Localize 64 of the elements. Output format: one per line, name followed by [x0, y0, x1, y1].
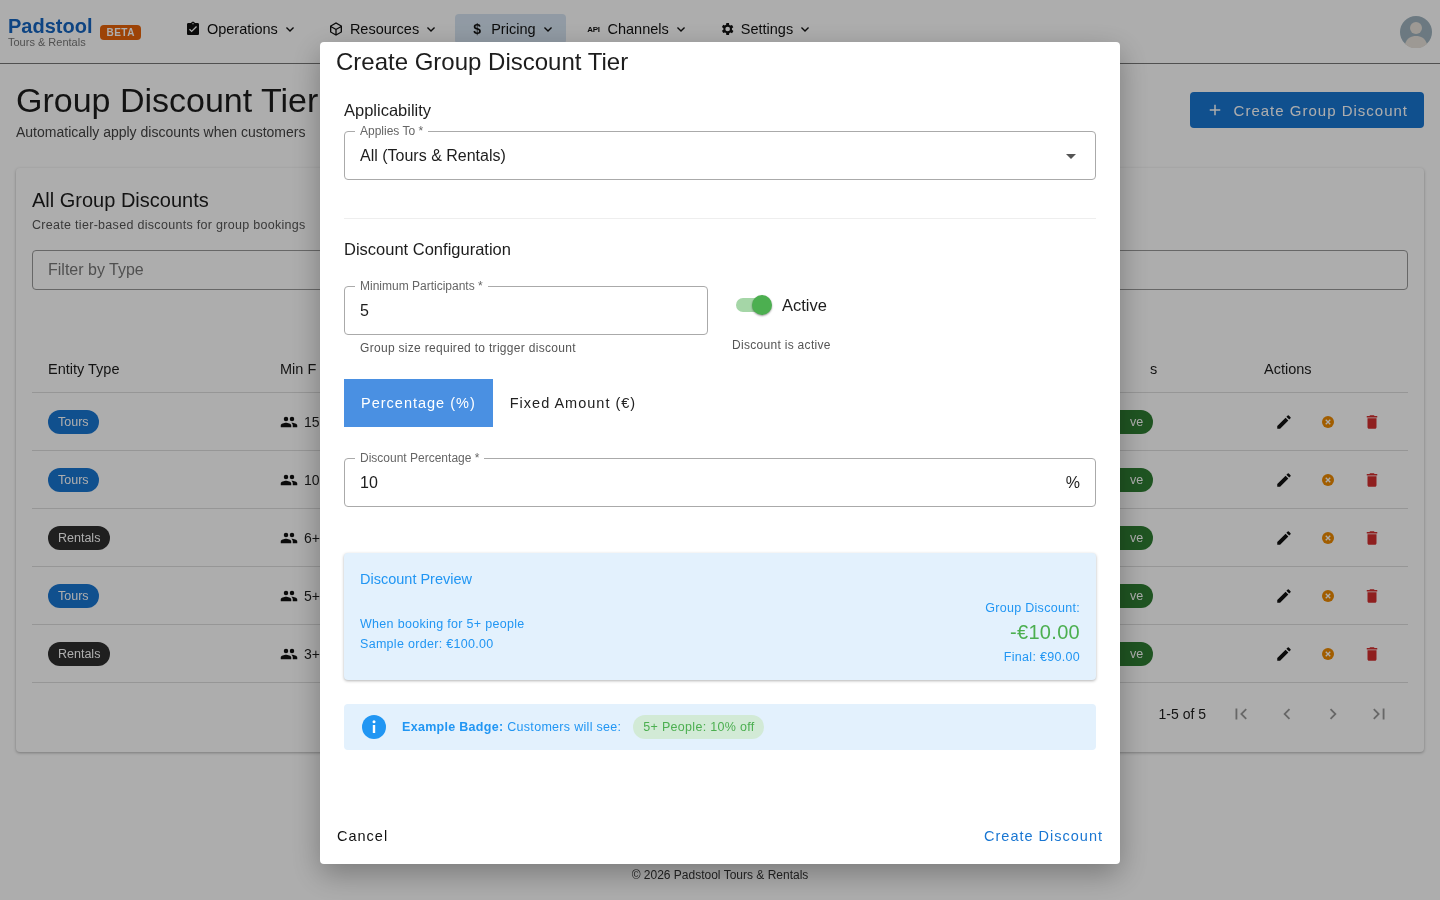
min-participants-cell: 10 [304, 471, 320, 488]
column-header: Entity Type [48, 361, 120, 377]
alert-text: Example Badge: Customers will see: [402, 720, 622, 734]
preview-text: When booking for 5+ people [360, 617, 525, 631]
chevron-down-icon [285, 26, 294, 32]
preview-text: Sample order: €100.00 [360, 637, 495, 651]
card-title: All Group Discounts [32, 188, 210, 213]
edit-icon[interactable] [1275, 528, 1293, 547]
page-title: Group Discount Tier [16, 80, 319, 120]
column-header: Min F [280, 361, 317, 377]
logo[interactable]: Padstool [8, 16, 93, 36]
avatar[interactable] [1400, 16, 1432, 48]
edit-icon[interactable] [1275, 644, 1293, 663]
info-icon [362, 715, 386, 739]
discount-amount: -€10.00 [1010, 621, 1080, 644]
minimum-participants-field[interactable]: Minimum Participants * 5 [344, 279, 708, 335]
cube-icon [327, 21, 344, 37]
nav-menu[interactable]: $ Pricing [455, 14, 566, 44]
chevron-down-icon [801, 26, 810, 32]
footer-text: © 2026 Padstool Tours & Rentals [630, 868, 810, 882]
entity-type-chip: Rentals [48, 641, 111, 666]
discount-percentage-field[interactable]: Discount Percentage * 10 % [344, 451, 1096, 507]
discount-label: Group Discount: [985, 601, 1080, 615]
edit-icon[interactable] [1275, 470, 1293, 489]
card-subtitle: Create tier-based discounts for group bookings [32, 218, 307, 232]
nav-menu[interactable]: Operations [170, 14, 308, 44]
helper-text: Discount is active [732, 338, 831, 352]
beta-badge: BETA [100, 24, 141, 40]
nav-menu[interactable]: Resources [313, 14, 450, 44]
column-header: s [1150, 361, 1158, 377]
chevron-down-icon [676, 26, 685, 32]
cancel-button[interactable]: Cancel [328, 822, 398, 850]
active-switch[interactable] [734, 295, 772, 315]
switch-label: Active [782, 295, 827, 315]
create-discount-button[interactable]: Create Discount [975, 822, 1112, 850]
entity-type-chip: Rentals [48, 525, 111, 550]
section-heading: Applicability [344, 100, 433, 120]
dialog-title: Create Group Discount Tier [335, 47, 630, 77]
applies-to-select[interactable]: Applies To * All (Tours & Rentals) [344, 124, 1096, 180]
pagination-label: 1-5 of 5 [1158, 706, 1206, 722]
create-group-discount-button[interactable]: Create Group Discount [1189, 92, 1424, 128]
entity-type-chip: Tours [48, 409, 99, 434]
min-participants-cell: 5+ [304, 587, 320, 604]
min-participants-cell: 6+ [304, 529, 320, 546]
min-participants-cell: 3+ [304, 645, 320, 662]
helper-text: Group size required to trigger discount [360, 341, 577, 355]
page-subtitle: Automatically apply discounts when customers [16, 124, 307, 140]
caret-icon [1066, 153, 1076, 159]
chevron-down-icon [543, 26, 552, 32]
nav-menu[interactable]: Settings [704, 14, 824, 44]
final-price: Final: €90.00 [1003, 650, 1080, 664]
edit-icon[interactable] [1275, 586, 1293, 605]
entity-type-chip: Tours [48, 583, 99, 608]
chevron-down-icon [427, 26, 436, 32]
example-badge: 5+ People: 10% off [633, 715, 765, 739]
column-header: Actions [1264, 361, 1312, 377]
discount-type-toggle[interactable]: Fixed Amount (€) [492, 379, 654, 427]
clipboard-icon [184, 21, 201, 37]
logo-subtitle: Tours & Rentals [8, 36, 87, 48]
section-heading: Discount Configuration [344, 239, 512, 259]
min-participants-cell: 15 [304, 413, 320, 430]
preview-title: Discount Preview [360, 571, 473, 587]
entity-type-chip: Tours [48, 467, 99, 492]
edit-icon[interactable] [1275, 412, 1293, 431]
